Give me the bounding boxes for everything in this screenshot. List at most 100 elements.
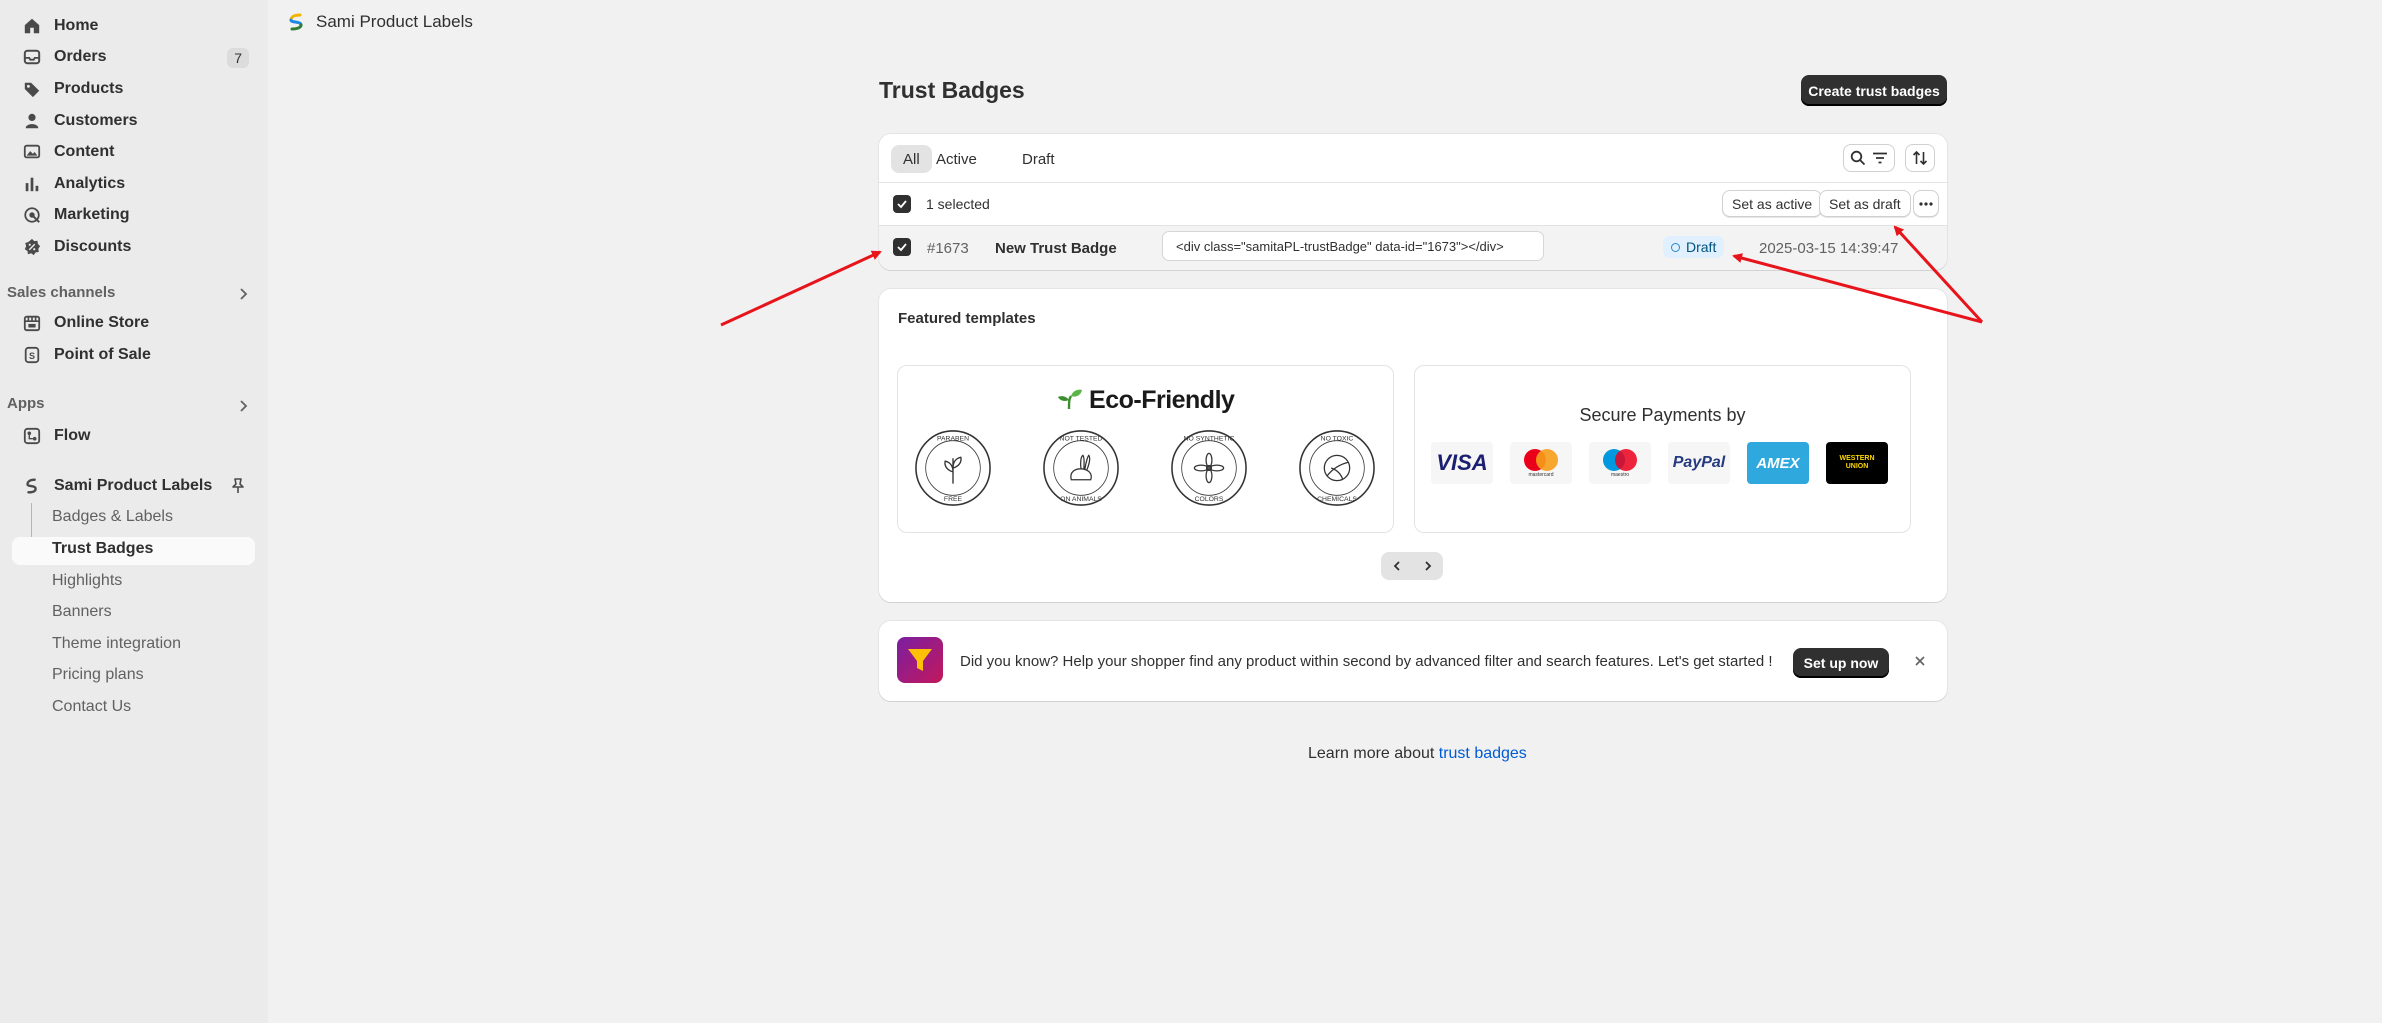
svg-text:S: S [29, 351, 35, 361]
chevron-left-icon [1393, 561, 1400, 571]
orders-count-badge: 7 [227, 48, 249, 68]
sidebar-item-label: Online Store [54, 314, 150, 331]
flow-icon [22, 426, 42, 446]
paypal-icon: PayPal [1668, 442, 1730, 484]
paraben-free-badge: PARABEN FREE [915, 430, 991, 506]
secure-payments-title: Secure Payments by [1579, 405, 1746, 425]
svg-text:COLORS: COLORS [1195, 496, 1224, 503]
set-up-now-button[interactable]: Set up now [1793, 648, 1889, 678]
svg-text:PARABEN: PARABEN [937, 436, 969, 443]
svg-text:NOT TESTED: NOT TESTED [1060, 436, 1103, 443]
sidebar-item-home[interactable]: Home [12, 11, 255, 41]
tab-draft[interactable]: Draft [1010, 145, 1067, 173]
sidebar-item-online-store[interactable]: Online Store [12, 308, 255, 338]
select-all-checkbox[interactable] [893, 195, 911, 213]
eco-friendly-title: Eco-Friendly [898, 386, 1393, 415]
more-actions-button[interactable] [1913, 190, 1939, 217]
svg-text:CHEMICALS: CHEMICALS [1317, 496, 1357, 503]
status-label: Draft [1686, 239, 1717, 255]
sidebar-item-products[interactable]: Products [12, 74, 255, 104]
sidebar-item-analytics[interactable]: Analytics [12, 169, 255, 199]
no-synthetic-colors-badge: NO SYNTHETIC COLORS [1171, 430, 1247, 506]
trust-badges-link[interactable]: trust badges [1439, 745, 1527, 762]
sidebar-item-label: Discounts [54, 238, 132, 255]
chevron-right-icon [1424, 561, 1431, 571]
sort-button[interactable] [1905, 144, 1935, 172]
sidebar-item-content[interactable]: Content [12, 137, 255, 167]
sidebar-item-label: Analytics [54, 175, 126, 192]
home-icon [22, 16, 42, 36]
template-eco-friendly[interactable]: Eco-Friendly PARABEN FREE NOT TESTED ON … [897, 365, 1394, 533]
ellipsis-icon [1919, 201, 1933, 206]
sidebar-subitem-trust-badges[interactable]: Trust Badges [52, 540, 153, 558]
sidebar-item-label: Products [54, 80, 124, 97]
sidebar-subitem-highlights[interactable]: Highlights [52, 572, 122, 590]
learn-more-text: Learn more about trust badges [1308, 745, 1527, 762]
pin-icon[interactable] [229, 477, 247, 495]
sidebar-item-point-of-sale[interactable]: S Point of Sale [12, 340, 255, 370]
previous-page-button[interactable] [1381, 552, 1412, 580]
bulk-actions-bar: 1 selected Set as active Set as draft [879, 182, 1947, 225]
next-page-button[interactable] [1412, 552, 1443, 580]
sales-channels-heading: Sales channels [7, 284, 116, 301]
mastercard-icon: mastercard [1510, 442, 1572, 484]
promo-banner: Did you know? Help your shopper find any… [879, 621, 1947, 701]
row-checkbox[interactable] [893, 238, 911, 256]
sidebar-item-label: Content [54, 143, 115, 160]
search-filter-button[interactable] [1843, 144, 1895, 172]
sidebar-item-label: Flow [54, 427, 91, 444]
badge-id: #1673 [927, 240, 969, 257]
featured-templates-card: Featured templates Eco-Friendly PARABEN … [879, 289, 1947, 602]
close-icon[interactable] [1910, 651, 1930, 671]
amex-icon: AMEX [1747, 442, 1809, 484]
sidebar-subitem-theme-integration[interactable]: Theme integration [52, 635, 181, 653]
set-as-active-button[interactable]: Set as active [1722, 190, 1823, 217]
template-secure-payments[interactable]: Secure Payments by VISA mastercard maest… [1414, 365, 1911, 533]
not-tested-on-animals-badge: NOT TESTED ON ANIMALS [1043, 430, 1119, 506]
selected-count: 1 selected [926, 196, 990, 212]
bar-chart-icon [22, 174, 42, 194]
visa-card-icon: VISA [1431, 442, 1493, 484]
badge-name[interactable]: New Trust Badge [995, 240, 1117, 257]
sidebar-item-marketing[interactable]: Marketing [12, 200, 255, 230]
target-icon [22, 205, 42, 225]
table-row[interactable]: #1673 New Trust Badge <div class="samita… [879, 225, 1947, 270]
sidebar-item-sami-product-labels[interactable]: Sami Product Labels [12, 471, 255, 501]
sort-icon [1912, 150, 1928, 166]
embed-code-field[interactable]: <div class="samitaPL-trustBadge" data-id… [1162, 231, 1544, 261]
trust-badges-list: All Active Draft 1 selected Set as activ… [879, 134, 1947, 270]
create-trust-badges-button[interactable]: Create trust badges [1801, 75, 1947, 106]
featured-templates-heading: Featured templates [898, 310, 1036, 327]
sidebar-subitem-contact-us[interactable]: Contact Us [52, 698, 131, 716]
sidebar-subitem-pricing-plans[interactable]: Pricing plans [52, 666, 144, 684]
sidebar-item-flow[interactable]: Flow [12, 421, 255, 451]
svg-text:ON ANIMALS: ON ANIMALS [1060, 496, 1102, 503]
svg-text:FREE: FREE [944, 496, 963, 503]
sidebar-item-label: Marketing [54, 206, 130, 223]
set-as-draft-button[interactable]: Set as draft [1819, 190, 1911, 217]
sidebar: Home Orders 7 Products Customers Content… [0, 0, 268, 1023]
discount-icon [22, 237, 42, 257]
tab-active[interactable]: Active [924, 145, 989, 173]
svg-text:NO SYNTHETIC: NO SYNTHETIC [1184, 436, 1235, 443]
status-dot-icon [1671, 242, 1680, 252]
chevron-right-icon[interactable] [236, 287, 250, 301]
app-logo-icon [22, 476, 42, 496]
sidebar-item-label: Customers [54, 112, 138, 129]
sidebar-item-label: Sami Product Labels [54, 477, 213, 494]
sidebar-item-customers[interactable]: Customers [12, 106, 255, 136]
sidebar-item-orders[interactable]: Orders 7 [12, 42, 255, 72]
search-icon [1850, 150, 1866, 166]
sidebar-item-label: Orders [54, 48, 107, 65]
check-icon [897, 200, 907, 209]
person-icon [22, 111, 42, 131]
tag-icon [22, 79, 42, 99]
annotation-arrow-checkbox [720, 250, 882, 327]
chevron-right-icon[interactable] [236, 399, 250, 413]
status-badge: Draft [1663, 236, 1725, 258]
sidebar-item-discounts[interactable]: Discounts [12, 232, 255, 262]
sidebar-subitem-banners[interactable]: Banners [52, 603, 112, 621]
sidebar-subitem-badges-labels[interactable]: Badges & Labels [52, 508, 173, 526]
western-union-icon: WESTERN UNION [1826, 442, 1888, 484]
maestro-icon: maestro [1589, 442, 1651, 484]
